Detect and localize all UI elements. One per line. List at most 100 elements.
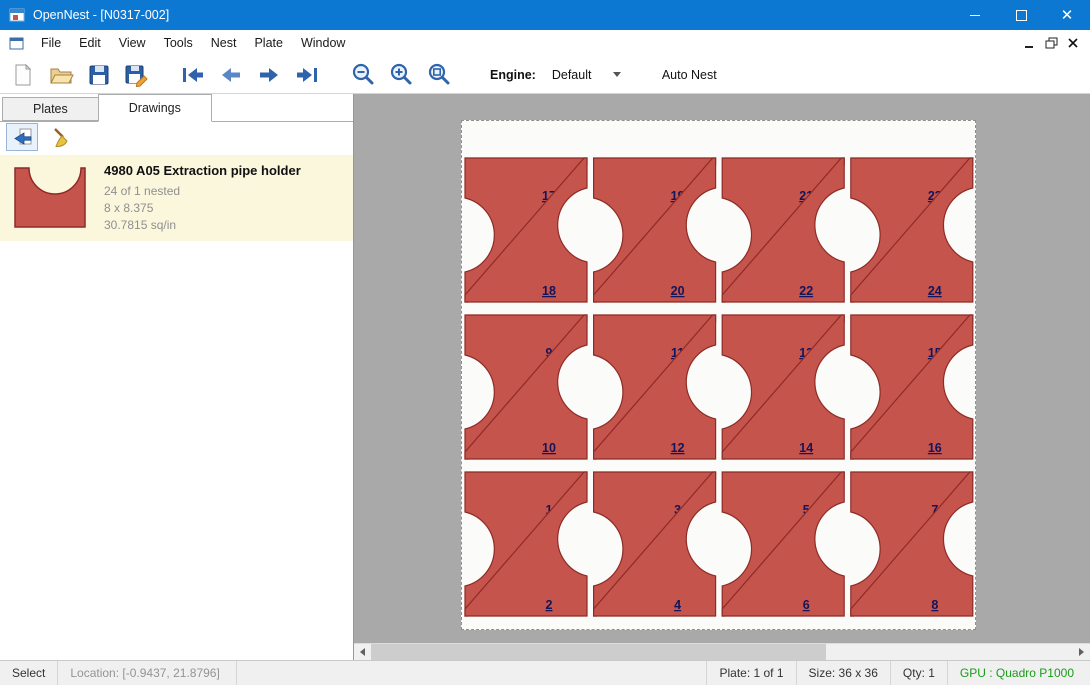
nav-first-icon <box>180 64 206 86</box>
pair-group: 1314 <box>722 315 844 459</box>
status-bar: Select Location: [-0.9437, 21.8796] Plat… <box>0 660 1090 685</box>
part-thumbnail <box>8 162 90 234</box>
part-number-label: 2 <box>546 598 553 612</box>
menu-bar: File Edit View Tools Nest Plate Window <box>0 30 1090 56</box>
status-qty: Qty: 1 <box>890 661 947 685</box>
engine-value: Default <box>552 68 592 82</box>
nav-prev-button[interactable] <box>216 60 246 90</box>
menu-view[interactable]: View <box>110 31 155 55</box>
zoom-out-icon <box>351 62 376 87</box>
menu-plate[interactable]: Plate <box>245 31 292 55</box>
app-window: OpenNest - [N0317-002] ✕ File Edit View … <box>0 0 1090 685</box>
pair-group: 1718 <box>465 158 587 302</box>
pair-group: 2324 <box>851 158 973 302</box>
drawing-size: 8 x 8.375 <box>104 200 301 217</box>
pair-group: 2122 <box>722 158 844 302</box>
mdi-close-button[interactable] <box>1062 34 1084 53</box>
reload-part-icon <box>11 127 33 147</box>
menu-file[interactable]: File <box>32 31 70 55</box>
save-icon <box>87 63 111 87</box>
app-icon <box>9 7 25 23</box>
horizontal-scrollbar[interactable] <box>354 643 1090 660</box>
document-icon[interactable] <box>9 36 25 51</box>
drawing-list-item[interactable]: 4980 A05 Extraction pipe holder 24 of 1 … <box>0 155 353 241</box>
clear-parts-button[interactable] <box>47 124 77 150</box>
zoom-in-icon <box>389 62 414 87</box>
drawing-title: 4980 A05 Extraction pipe holder <box>104 163 301 178</box>
title-bar: OpenNest - [N0317-002] ✕ <box>0 0 1090 30</box>
auto-nest-button[interactable]: Auto Nest <box>662 68 717 82</box>
open-file-icon <box>49 63 74 87</box>
tab-drawings[interactable]: Drawings <box>98 94 212 122</box>
nav-first-button[interactable] <box>178 60 208 90</box>
window-title: OpenNest - [N0317-002] <box>33 8 169 22</box>
status-mode: Select <box>0 661 58 685</box>
combo-arrow-icon <box>613 72 621 77</box>
save-button[interactable] <box>84 60 114 90</box>
close-icon: ✕ <box>1061 8 1074 23</box>
nav-next-button[interactable] <box>254 60 284 90</box>
maximize-button[interactable] <box>998 0 1044 30</box>
minimize-button[interactable] <box>952 0 998 30</box>
pair-group: 12 <box>465 472 587 616</box>
menu-edit[interactable]: Edit <box>70 31 110 55</box>
nav-prev-icon <box>218 64 244 86</box>
pair-group: 1112 <box>594 315 716 459</box>
zoom-fit-icon <box>427 62 452 87</box>
plate[interactable]: 171819202122232491011121314151612345678 <box>461 120 976 630</box>
new-button[interactable] <box>8 60 38 90</box>
pair-group: 910 <box>465 315 587 459</box>
mdi-minimize-button[interactable] <box>1018 34 1040 53</box>
mdi-minimize-icon <box>1023 37 1035 49</box>
sidebar: Plates Drawings 4980 A05 Extraction pipe… <box>0 94 354 660</box>
tab-plates[interactable]: Plates <box>2 97 99 121</box>
part-number-label: 4 <box>674 598 681 612</box>
engine-label: Engine: <box>490 68 536 82</box>
status-size: Size: 36 x 36 <box>796 661 890 685</box>
part-number-label: 18 <box>542 284 556 298</box>
part-number-label: 22 <box>799 284 813 298</box>
scroll-left-button[interactable] <box>354 644 371 660</box>
status-location: Location: [-0.9437, 21.8796] <box>58 661 236 685</box>
pair-group: 56 <box>722 472 844 616</box>
scroll-right-button[interactable] <box>1073 644 1090 660</box>
nav-last-icon <box>294 64 320 86</box>
mdi-restore-button[interactable] <box>1040 34 1062 53</box>
status-plate: Plate: 1 of 1 <box>706 661 795 685</box>
drawing-area: 30.7815 sq/in <box>104 217 301 234</box>
clear-parts-icon <box>51 127 73 147</box>
zoom-in-button[interactable] <box>386 60 416 90</box>
pair-group: 1516 <box>851 315 973 459</box>
scrollbar-thumb[interactable] <box>371 644 826 660</box>
nest-canvas[interactable]: 171819202122232491011121314151612345678 <box>354 94 1090 643</box>
pair-group: 34 <box>594 472 716 616</box>
plate-parts-svg[interactable]: 171819202122232491011121314151612345678 <box>462 121 975 629</box>
reload-part-button[interactable] <box>6 123 38 151</box>
mdi-restore-icon <box>1045 37 1058 49</box>
open-button[interactable] <box>46 60 76 90</box>
status-gpu: GPU : Quadro P1000 <box>947 661 1086 685</box>
menu-tools[interactable]: Tools <box>155 31 202 55</box>
save-edit-icon <box>124 63 150 87</box>
close-button[interactable]: ✕ <box>1044 0 1090 30</box>
zoom-fit-button[interactable] <box>424 60 454 90</box>
part-number-label: 24 <box>928 284 942 298</box>
part-number-label: 8 <box>931 598 938 612</box>
part-number-label: 10 <box>542 441 556 455</box>
engine-select[interactable]: Default <box>546 64 636 86</box>
scroll-right-icon <box>1079 648 1084 656</box>
part-number-label: 14 <box>799 441 813 455</box>
pair-group: 78 <box>851 472 973 616</box>
part-number-label: 12 <box>671 441 685 455</box>
menu-nest[interactable]: Nest <box>202 31 246 55</box>
zoom-out-button[interactable] <box>348 60 378 90</box>
nav-last-button[interactable] <box>292 60 322 90</box>
drawing-nested-count: 24 of 1 nested <box>104 183 301 200</box>
maximize-icon <box>1016 10 1027 21</box>
mdi-close-icon <box>1067 37 1079 49</box>
save-edit-button[interactable] <box>122 60 152 90</box>
pair-group: 1920 <box>594 158 716 302</box>
sidebar-tabstrip: Plates Drawings <box>0 94 353 122</box>
menu-window[interactable]: Window <box>292 31 354 55</box>
nav-next-icon <box>256 64 282 86</box>
